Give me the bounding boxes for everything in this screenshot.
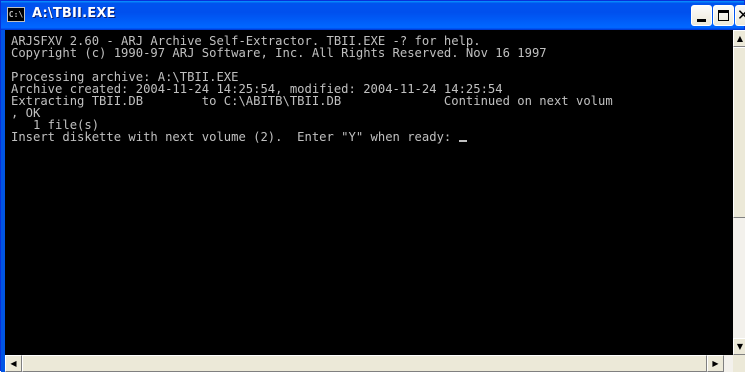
- scrollbar-corner: [733, 355, 745, 372]
- console-prompt-line: Insert diskette with next volume (2). En…: [11, 131, 733, 143]
- console-line: Extracting TBII.DB to C:\ABITB\TBII.DB C…: [11, 94, 613, 108]
- console-window: C:\ A:\TBII.EXE ✕ ARJSFXV 2.60 - ARJ Arc…: [0, 0, 745, 372]
- scroll-right-button[interactable]: ▶: [707, 355, 724, 372]
- console-prompt: Insert diskette with next volume (2). En…: [11, 130, 459, 144]
- vertical-scrollbar[interactable]: ▲ ▼: [733, 30, 745, 355]
- maximize-icon: [718, 10, 729, 21]
- title-bar[interactable]: C:\ A:\TBII.EXE ✕: [1, 1, 745, 30]
- minimize-icon: [697, 19, 706, 22]
- scroll-down-arrow-icon: ▼: [736, 342, 744, 351]
- scroll-right-arrow-icon: ▶: [712, 359, 719, 368]
- horizontal-scrollbar[interactable]: ◀ ▶: [5, 355, 733, 372]
- minimize-button[interactable]: [691, 5, 712, 26]
- console-output[interactable]: ARJSFXV 2.60 - ARJ Archive Self-Extracto…: [5, 30, 733, 355]
- vertical-scroll-thumb[interactable]: [733, 47, 745, 218]
- window-title: A:\TBII.EXE: [32, 6, 116, 21]
- text-cursor: [458, 140, 467, 142]
- console-line: Copyright (c) 1990-97 ARJ Software, Inc.…: [11, 46, 547, 60]
- scroll-down-button[interactable]: ▼: [733, 338, 745, 355]
- console-text: ARJSFXV 2.60 - ARJ Archive Self-Extracto…: [5, 30, 733, 143]
- close-button[interactable]: ✕: [735, 5, 745, 26]
- console-line: , OK: [11, 106, 41, 120]
- maximize-button[interactable]: [713, 5, 734, 26]
- close-icon: ✕: [737, 6, 745, 25]
- scroll-up-button[interactable]: ▲: [733, 30, 745, 47]
- horizontal-scroll-thumb[interactable]: [22, 355, 707, 372]
- cmd-prompt-icon[interactable]: C:\: [7, 7, 25, 22]
- scroll-left-arrow-icon: ◀: [10, 359, 17, 368]
- scroll-left-button[interactable]: ◀: [5, 355, 22, 372]
- scroll-up-arrow-icon: ▲: [736, 34, 744, 43]
